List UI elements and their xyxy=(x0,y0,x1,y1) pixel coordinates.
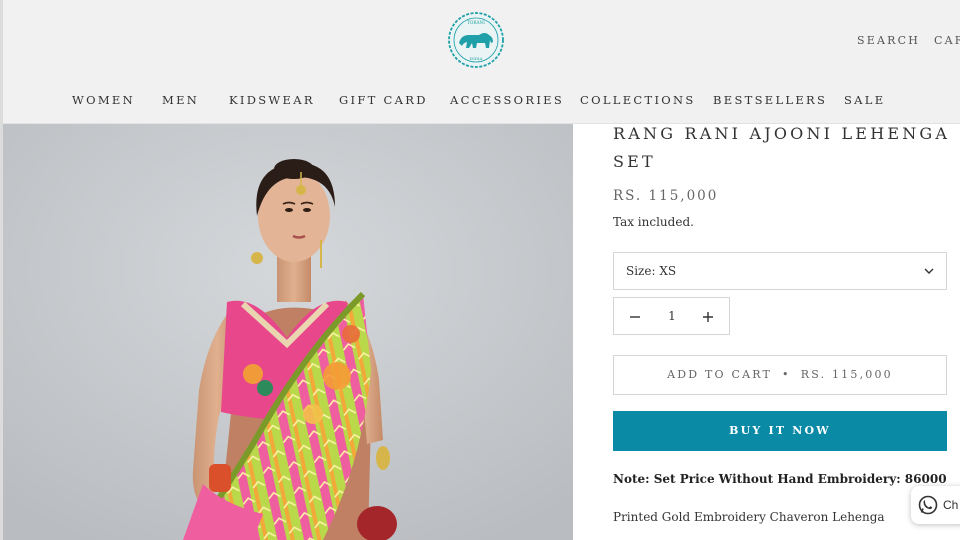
whatsapp-icon xyxy=(918,495,938,515)
logo-text-top: TORANI xyxy=(467,20,485,25)
site-header: TORANI INDIA SEARCH CAR WOMEN MEN KIDSWE… xyxy=(0,0,960,124)
chevron-down-icon xyxy=(924,268,934,274)
product-description: Printed Gold Embroidery Chaveron Lehenga xyxy=(613,510,885,524)
size-select[interactable]: Size: XS xyxy=(613,252,947,290)
separator-dot: • xyxy=(782,368,791,381)
buy-now-button[interactable]: BUY IT NOW xyxy=(613,411,947,451)
product-title: RANG RANI AJOONI LEHENGA SET xyxy=(613,124,951,171)
chat-widget[interactable]: Ch xyxy=(911,486,960,524)
logo-icon[interactable]: TORANI INDIA xyxy=(446,10,506,70)
price-note: Note: Set Price Without Hand Embroidery:… xyxy=(613,472,947,486)
nav-item-kidswear[interactable]: KIDSWEAR xyxy=(229,93,315,107)
search-link[interactable]: SEARCH xyxy=(857,34,920,47)
nav-item-accessories[interactable]: ACCESSORIES xyxy=(450,93,564,107)
quantity-value[interactable]: 1 xyxy=(654,309,690,323)
add-to-cart-price: RS. 115,000 xyxy=(800,368,893,381)
logo-text-bottom: INDIA xyxy=(470,56,483,61)
main-nav: WOMEN MEN KIDSWEAR GIFT CARD ACCESSORIES… xyxy=(0,93,960,109)
left-rail xyxy=(0,0,3,540)
nav-item-men[interactable]: MEN xyxy=(162,93,199,107)
product-price: RS. 115,000 xyxy=(613,188,719,204)
size-select-label: Size: XS xyxy=(626,264,677,278)
add-to-cart-label: ADD TO CART xyxy=(667,368,773,381)
add-to-cart-button[interactable]: ADD TO CART • RS. 115,000 xyxy=(613,355,947,395)
cart-link[interactable]: CAR xyxy=(934,34,960,47)
plus-icon[interactable] xyxy=(695,304,721,330)
nav-item-sale[interactable]: SALE xyxy=(844,93,885,107)
quantity-stepper: 1 xyxy=(613,297,730,335)
minus-icon[interactable] xyxy=(622,304,648,330)
nav-item-gift-card[interactable]: GIFT CARD xyxy=(339,93,428,107)
product-image-illustration xyxy=(3,124,573,540)
nav-item-collections[interactable]: COLLECTIONS xyxy=(580,93,696,107)
product-image[interactable] xyxy=(3,124,573,540)
tax-note: Tax included. xyxy=(613,215,694,229)
nav-item-women[interactable]: WOMEN xyxy=(72,93,135,107)
nav-item-bestsellers[interactable]: BESTSELLERS xyxy=(713,93,827,107)
chat-label: Ch xyxy=(943,498,959,512)
